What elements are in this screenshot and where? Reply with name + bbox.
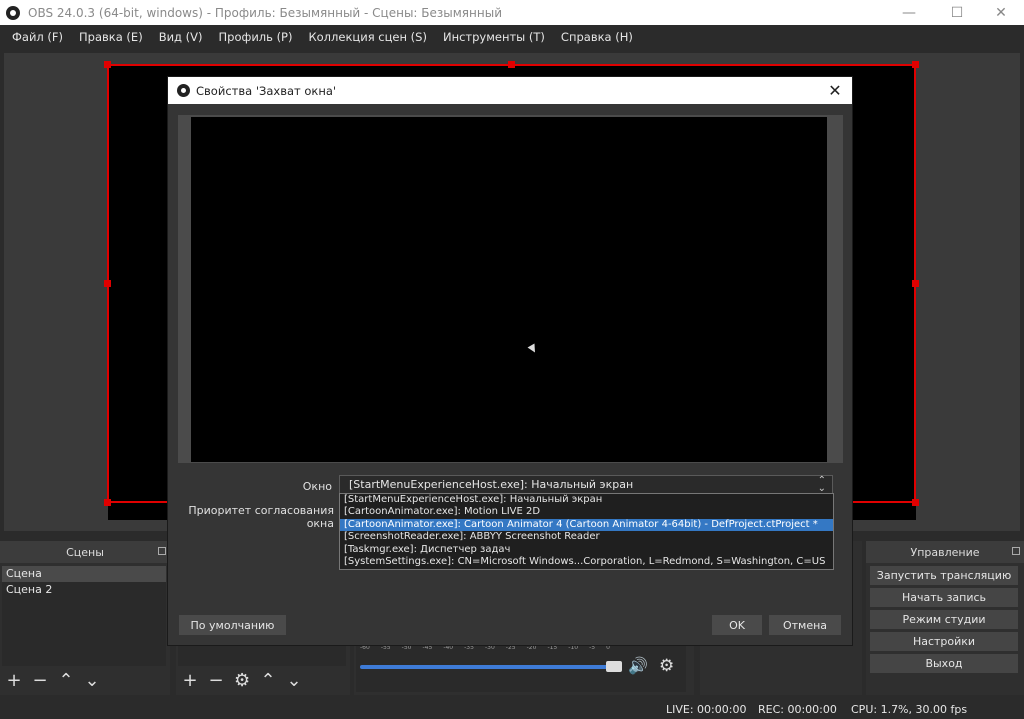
volume-slider-track[interactable] <box>360 665 620 669</box>
add-icon[interactable]: + <box>6 672 22 690</box>
menu-view[interactable]: Вид (V) <box>151 30 211 44</box>
status-bar: LIVE: 00:00:00 REC: 00:00:00 CPU: 1.7%, … <box>0 700 1024 719</box>
resize-handle-bl[interactable] <box>104 499 111 506</box>
cancel-button[interactable]: Отмена <box>769 615 841 635</box>
defaults-button[interactable]: По умолчанию <box>179 615 286 635</box>
gear-icon[interactable]: ⚙ <box>234 672 250 690</box>
maximize-button[interactable]: ☐ <box>934 0 980 25</box>
window-select[interactable]: [StartMenuExperienceHost.exe]: Начальный… <box>339 475 833 494</box>
scenes-toolbar: + − ⌃ ⌄ <box>0 671 100 691</box>
dropdown-option[interactable]: [StartMenuExperienceHost.exe]: Начальный… <box>340 494 833 506</box>
studio-mode-button[interactable]: Режим студии <box>870 610 1018 629</box>
minimize-button[interactable]: — <box>886 0 932 25</box>
close-window-button[interactable]: ✕ <box>978 0 1024 25</box>
resize-handle-t[interactable] <box>508 61 515 68</box>
dialog-titlebar: Свойства 'Захват окна' ✕ <box>168 77 852 104</box>
menu-bar: Файл (F) Правка (E) Вид (V) Профиль (P) … <box>0 25 1024 49</box>
dropdown-option[interactable]: [CartoonAnimator.exe]: Motion LIVE 2D <box>340 506 833 518</box>
gear-icon[interactable]: ⚙ <box>659 656 674 676</box>
menu-edit[interactable]: Правка (E) <box>71 30 151 44</box>
menu-tools[interactable]: Инструменты (T) <box>435 30 553 44</box>
controls-dock-title: Управление <box>866 541 1024 563</box>
window-select-value: [StartMenuExperienceHost.exe]: Начальный… <box>349 478 634 491</box>
scenes-dock: Сцены Сцена Сцена 2 + − ⌃ ⌄ <box>0 541 170 695</box>
dropdown-option[interactable]: [SystemSettings.exe]: CN=Microsoft Windo… <box>340 556 833 568</box>
move-down-icon[interactable]: ⌄ <box>84 672 100 690</box>
dock-float-icon[interactable] <box>158 547 166 555</box>
sources-toolbar: + − ⚙ ⌃ ⌄ <box>176 671 302 691</box>
rec-timer: REC: 00:00:00 <box>758 703 837 716</box>
close-icon[interactable]: ✕ <box>824 80 846 100</box>
dropdown-option[interactable]: [Taskmgr.exe]: Диспетчер задач <box>340 544 833 556</box>
controls-dock-label: Управление <box>910 545 980 559</box>
volume-slider-handle[interactable] <box>606 661 622 672</box>
start-recording-button[interactable]: Начать запись <box>870 588 1018 607</box>
live-timer: LIVE: 00:00:00 <box>666 703 747 716</box>
window-label: Окно <box>302 480 332 493</box>
exit-button[interactable]: Выход <box>870 654 1018 673</box>
priority-label: Приоритет согласования окна <box>188 504 334 530</box>
dropdown-option-selected[interactable]: [CartoonAnimator.exe]: Cartoon Animator … <box>340 518 833 532</box>
dialog-preview <box>191 117 827 462</box>
mouse-cursor-icon <box>527 343 539 355</box>
scenes-dock-label: Сцены <box>66 545 104 559</box>
menu-help[interactable]: Справка (H) <box>553 30 641 44</box>
window-dropdown-list: [StartMenuExperienceHost.exe]: Начальный… <box>339 493 834 570</box>
scenes-dock-title: Сцены <box>0 541 170 563</box>
menu-profile[interactable]: Профиль (P) <box>211 30 301 44</box>
list-item[interactable]: Сцена <box>2 566 166 582</box>
move-down-icon[interactable]: ⌄ <box>286 672 302 690</box>
move-up-icon[interactable]: ⌃ <box>58 672 74 690</box>
move-up-icon[interactable]: ⌃ <box>260 672 276 690</box>
app-titlebar: OBS 24.0.3 (64-bit, windows) - Профиль: … <box>0 0 1024 25</box>
dock-float-icon[interactable] <box>1012 547 1020 555</box>
scenes-list: Сцена Сцена 2 <box>2 566 166 666</box>
menu-scene-collection[interactable]: Коллекция сцен (S) <box>300 30 434 44</box>
window-capture-properties-dialog: Свойства 'Захват окна' ✕ Окно [StartMenu… <box>167 76 853 646</box>
resize-handle-tl[interactable] <box>104 61 111 68</box>
speaker-icon[interactable]: 🔊 <box>628 656 648 675</box>
ok-button[interactable]: OK <box>712 615 762 635</box>
resize-handle-br[interactable] <box>912 499 919 506</box>
resize-handle-r[interactable] <box>912 280 919 287</box>
dialog-preview-frame <box>178 115 843 463</box>
window-title: OBS 24.0.3 (64-bit, windows) - Профиль: … <box>28 5 502 20</box>
menu-file[interactable]: Файл (F) <box>4 30 71 44</box>
resize-handle-l[interactable] <box>104 280 111 287</box>
list-item[interactable]: Сцена 2 <box>2 582 166 598</box>
settings-button[interactable]: Настройки <box>870 632 1018 651</box>
cpu-fps-status: CPU: 1.7%, 30.00 fps <box>851 703 968 716</box>
dropdown-option[interactable]: [ScreenshotReader.exe]: ABBYY Screenshot… <box>340 531 833 543</box>
remove-icon[interactable]: − <box>208 672 224 690</box>
obs-logo-icon <box>6 5 20 20</box>
obs-logo-icon <box>177 84 190 97</box>
updown-arrow-icon: ⌃ ⌄ <box>817 475 826 494</box>
resize-handle-tr[interactable] <box>912 61 919 68</box>
start-streaming-button[interactable]: Запустить трансляцию <box>870 566 1018 585</box>
add-icon[interactable]: + <box>182 672 198 690</box>
dialog-title: Свойства 'Захват окна' <box>196 83 337 98</box>
remove-icon[interactable]: − <box>32 672 48 690</box>
